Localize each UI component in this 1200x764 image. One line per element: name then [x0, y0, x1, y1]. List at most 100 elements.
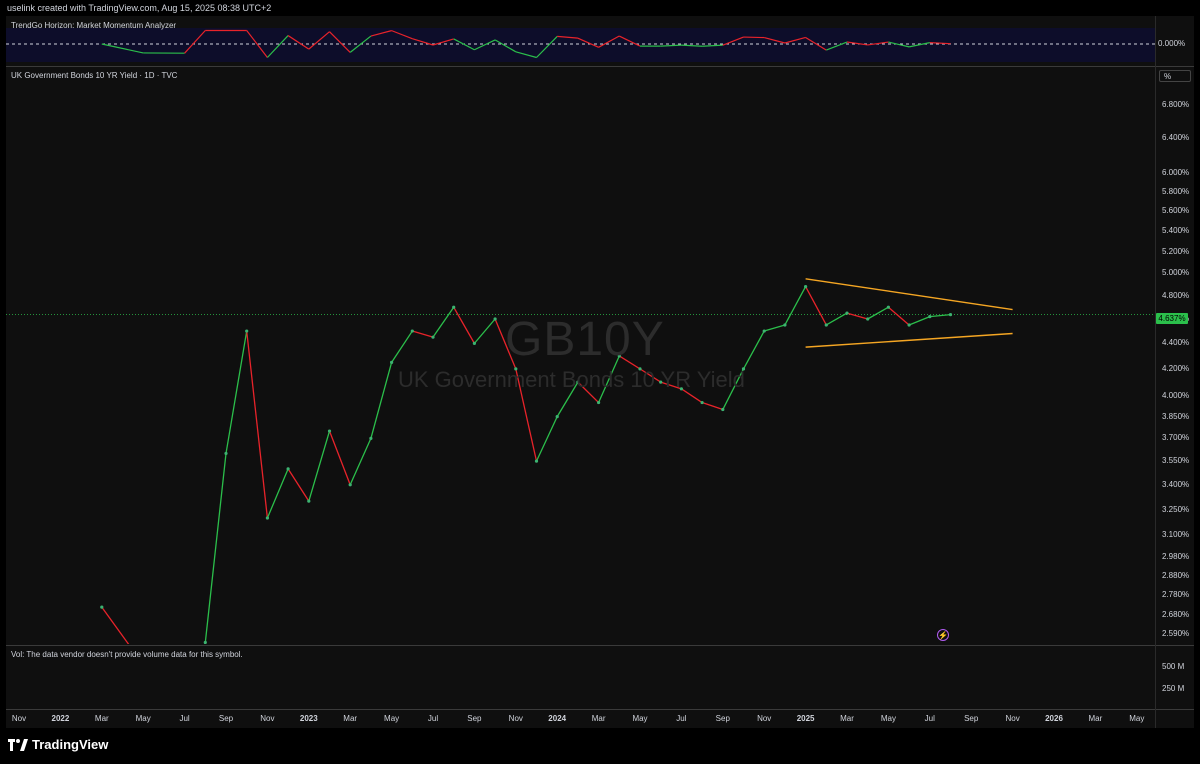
data-point	[907, 323, 911, 327]
volume-note: Vol: The data vendor doesn't provide vol…	[11, 650, 243, 659]
main-chart-title[interactable]: UK Government Bonds 10 YR Yield · 1D · T…	[11, 71, 177, 80]
time-tick-label: Sep	[715, 714, 730, 723]
data-point	[410, 329, 414, 333]
oscillator-zero-label: 0.000%	[1158, 39, 1186, 48]
price-tick-label: 2.680%	[1162, 610, 1190, 620]
price-tick-label: 3.550%	[1162, 456, 1190, 466]
series-segment	[764, 324, 786, 332]
time-tick-label: 2023	[299, 714, 318, 723]
time-tick-label: Jul	[676, 714, 687, 723]
data-point	[348, 483, 352, 487]
time-tick-label: Nov	[508, 714, 523, 723]
time-tick-label: May	[384, 714, 400, 723]
series-segment	[432, 306, 455, 338]
time-tick-label: Nov	[11, 714, 27, 723]
data-point	[203, 640, 207, 644]
price-tick-label: 3.100%	[1162, 530, 1190, 540]
data-point	[948, 313, 953, 317]
series-segment	[266, 468, 289, 519]
series-segment	[204, 453, 227, 643]
series-segment	[412, 330, 434, 338]
data-point	[390, 360, 394, 364]
price-tick-label: 3.850%	[1162, 411, 1190, 421]
time-tick-label: May	[880, 714, 896, 723]
price-tick-label: 3.400%	[1162, 479, 1190, 489]
data-point	[597, 400, 601, 405]
data-point	[327, 429, 332, 433]
price-tick-label: 4.000%	[1162, 390, 1190, 400]
price-tick-label: 5.200%	[1162, 246, 1190, 256]
time-tick-label: May	[1129, 714, 1145, 723]
trendline-lower	[805, 332, 1013, 348]
tradingview-logo-icon	[8, 738, 28, 751]
data-point	[886, 305, 891, 309]
series-segment	[908, 316, 931, 326]
symbol-watermark-description: UK Government Bonds 10 YR Yield	[398, 367, 745, 392]
oscillator-pane-divider[interactable]	[6, 66, 1194, 67]
data-point	[245, 329, 249, 333]
time-tick-label: Mar	[591, 714, 606, 723]
data-point	[224, 451, 228, 456]
data-point	[804, 284, 808, 289]
data-point	[866, 317, 870, 321]
price-tick-label: 2.590%	[1162, 629, 1190, 638]
price-tick-label: 4.800%	[1162, 290, 1190, 300]
time-tick-label: Mar	[343, 714, 358, 723]
series-segment	[867, 306, 889, 320]
price-tick-label: 3.250%	[1162, 504, 1190, 514]
price-tick-label: 4.400%	[1162, 338, 1190, 348]
series-segment	[453, 306, 475, 344]
oscillator-title[interactable]: TrendGo Horizon: Market Momentum Analyze…	[11, 21, 176, 30]
series-segment	[473, 318, 496, 344]
time-tick-label: Mar	[94, 714, 109, 723]
time-tick-label: Jul	[427, 714, 439, 723]
symbol-watermark: GB10Y	[505, 313, 665, 366]
trendline-upper	[805, 278, 1013, 311]
price-tick-label: 5.000%	[1162, 268, 1190, 278]
data-point	[824, 323, 828, 327]
series-segment	[391, 330, 413, 363]
data-point	[142, 663, 145, 666]
price-tick-label: 2.780%	[1162, 590, 1190, 600]
price-tick-label: 5.600%	[1162, 206, 1190, 216]
data-point	[493, 317, 497, 321]
time-tick-label: 2024	[548, 714, 567, 723]
series-segment	[349, 438, 372, 486]
oscillator-background	[6, 28, 1155, 62]
series-segment	[246, 330, 269, 519]
price-unit-button[interactable]: %	[1159, 70, 1191, 82]
time-tick-label: Jul	[924, 714, 935, 723]
brand-name: TradingView	[32, 737, 109, 752]
data-point	[534, 459, 539, 463]
data-point	[452, 305, 456, 309]
price-tick-label: 5.400%	[1162, 226, 1190, 236]
price-tick-label: 4.200%	[1162, 363, 1190, 373]
series-segment	[825, 312, 848, 326]
tradingview-brand[interactable]: TradingView	[8, 737, 108, 752]
data-point	[307, 499, 311, 503]
data-point	[845, 311, 849, 315]
price-tick-label: 2.880%	[1162, 570, 1190, 580]
time-tick-label: Sep	[467, 714, 482, 723]
time-tick-label: Nov	[757, 714, 772, 723]
price-tick-label: 6.800%	[1162, 99, 1190, 109]
data-point	[700, 400, 704, 405]
time-tick-label: May	[135, 714, 151, 723]
price-tick-label: 6.400%	[1162, 132, 1190, 142]
series-segment	[535, 416, 558, 462]
series-segment	[328, 430, 351, 486]
price-tick-label: 5.800%	[1162, 186, 1190, 196]
volume-tick-label: 250 M	[1162, 684, 1185, 693]
series-segment	[887, 306, 910, 326]
time-tick-label: Sep	[218, 714, 234, 723]
data-point	[762, 329, 766, 333]
last-price-label: 4.637%	[1156, 313, 1188, 324]
volume-pane-divider[interactable]	[6, 645, 1194, 646]
time-tick-label: Jul	[179, 714, 190, 723]
data-point	[431, 335, 435, 339]
time-tick-label: Mar	[840, 714, 854, 723]
lightning-icon[interactable]: ⚡	[937, 629, 949, 641]
data-point	[100, 605, 104, 609]
series-segment	[784, 286, 807, 326]
series-segment	[225, 330, 248, 454]
